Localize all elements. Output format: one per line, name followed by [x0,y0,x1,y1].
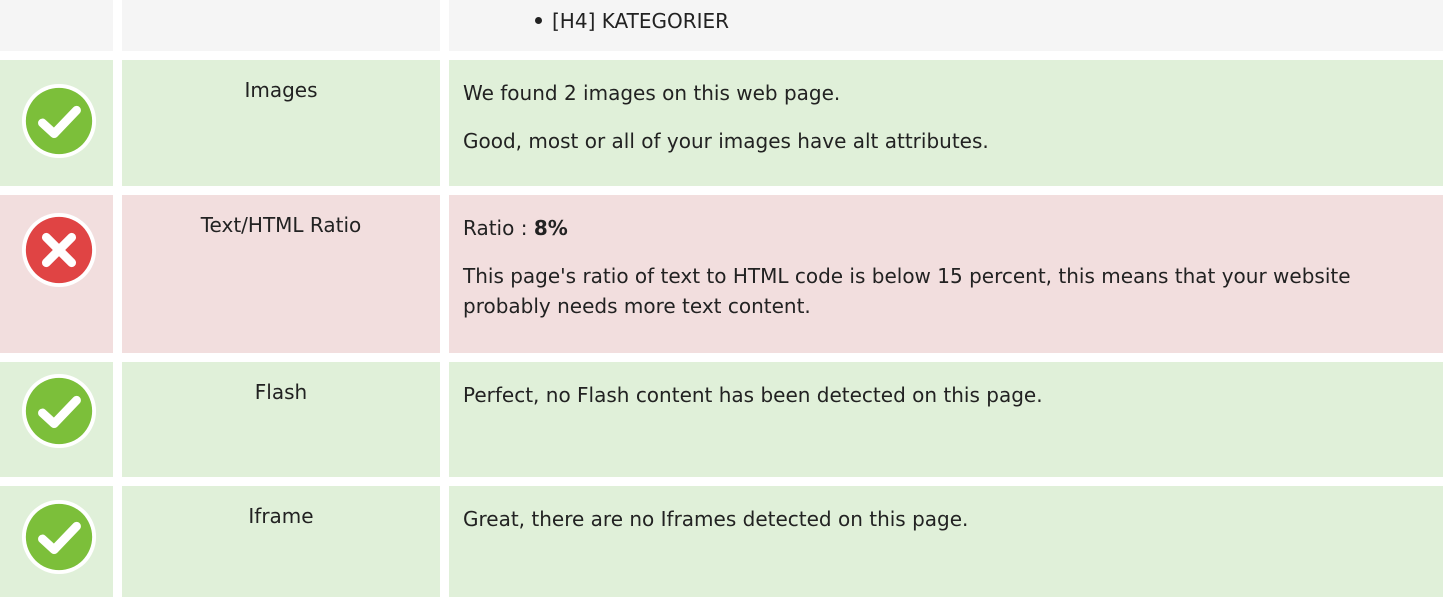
flash-text: Perfect, no Flash content has been detec… [463,383,1043,407]
ratio-status-cell [0,195,113,353]
flash-label: Flash [122,362,440,477]
ratio-label: Text/HTML Ratio [122,195,440,353]
flash-status-cell [0,362,113,477]
iframe-text: Great, there are no Iframes detected on … [463,507,969,531]
headings-list-cell: [H4] KATEGORIER [449,0,1443,51]
check-icon [21,83,97,159]
text-html-ratio-row: Text/HTML Ratio Ratio : 8% This page's r… [0,195,1443,353]
headings-name-cell [122,0,440,51]
iframe-status-cell [0,486,113,597]
images-status-cell [0,60,113,186]
headings-row: [H4] KATEGORIER [0,0,1443,51]
ratio-details: Ratio : 8% This page's ratio of text to … [449,195,1443,353]
iframe-details: Great, there are no Iframes detected on … [449,486,1443,597]
images-count-text: We found 2 images on this web page. [463,81,841,105]
iframe-label: Iframe [122,486,440,597]
flash-row: Flash Perfect, no Flash content has been… [0,362,1443,477]
iframe-row: Iframe Great, there are no Iframes detec… [0,486,1443,597]
bullet-icon [535,17,542,24]
images-details: We found 2 images on this web page. Good… [449,60,1443,186]
ratio-line: Ratio : 8% [463,213,1429,243]
images-label: Images [122,60,440,186]
images-row: Images We found 2 images on this web pag… [0,60,1443,186]
headings-icon-cell [0,0,113,51]
check-icon [21,373,97,449]
seo-report-table: [H4] KATEGORIER Images We found 2 images… [0,0,1443,597]
ratio-explanation: This page's ratio of text to HTML code i… [463,264,1351,318]
heading-list-item: [H4] KATEGORIER [552,9,730,33]
flash-details: Perfect, no Flash content has been detec… [449,362,1443,477]
images-alt-text: Good, most or all of your images have al… [463,129,989,153]
error-icon [21,212,97,288]
ratio-value: 8% [533,216,568,240]
check-icon [21,499,97,575]
ratio-label-text: Ratio : [463,216,534,240]
